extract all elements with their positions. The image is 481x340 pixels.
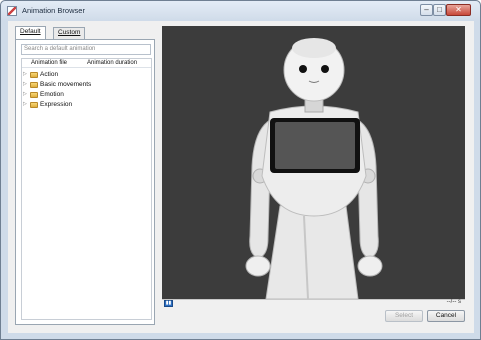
tab-default-label: Default xyxy=(20,28,41,35)
animation-tree[interactable]: Animation file Animation duration ▷ Acti… xyxy=(21,58,152,320)
tree-item-basic-movements[interactable]: ▷ Basic movements xyxy=(22,80,151,90)
app-icon xyxy=(7,6,17,16)
tree-item-label: Emotion xyxy=(40,91,64,98)
column-animation-duration[interactable]: Animation duration xyxy=(87,60,137,66)
tab-custom-label: Custom xyxy=(58,29,81,36)
tree-item-expression[interactable]: ▷ Expression xyxy=(22,100,151,110)
select-button[interactable]: Select xyxy=(385,310,423,322)
tree-item-label: Basic movements xyxy=(40,81,92,88)
column-animation-file[interactable]: Animation file xyxy=(31,60,67,66)
title-bar[interactable]: Animation Browser – □ ✕ xyxy=(1,1,480,21)
tree-header: Animation file Animation duration xyxy=(22,59,151,68)
cancel-button-label: Cancel xyxy=(435,312,457,319)
folder-icon xyxy=(30,72,38,78)
close-button[interactable]: ✕ xyxy=(446,4,471,16)
minimize-button[interactable]: – xyxy=(420,4,433,16)
window-title: Animation Browser xyxy=(22,6,85,15)
chevron-right-icon[interactable]: ▷ xyxy=(23,101,27,107)
robot-model xyxy=(245,38,383,299)
tree-item-action[interactable]: ▷ Action xyxy=(22,70,151,80)
playback-time: --/-- s xyxy=(446,299,461,305)
tab-custom[interactable]: Custom xyxy=(53,27,86,39)
tree-item-label: Action xyxy=(40,71,59,78)
animation-browser-window: Animation Browser – □ ✕ Default Custom S… xyxy=(0,0,481,340)
folder-icon xyxy=(30,82,38,88)
maximize-button[interactable]: □ xyxy=(433,4,446,16)
play-icon[interactable]: ▮▮ xyxy=(164,300,173,307)
select-button-label: Select xyxy=(394,312,414,319)
chevron-right-icon[interactable]: ▷ xyxy=(23,91,27,97)
chevron-right-icon[interactable]: ▷ xyxy=(23,81,27,87)
chevron-right-icon[interactable]: ▷ xyxy=(23,71,27,77)
search-input[interactable]: Search a default animation xyxy=(21,44,151,55)
default-animations-panel: Search a default animation Animation fil… xyxy=(15,39,155,325)
tree-item-label: Expression xyxy=(40,101,73,108)
tab-default[interactable]: Default xyxy=(15,26,46,39)
cancel-button[interactable]: Cancel xyxy=(427,310,465,322)
tree-item-emotion[interactable]: ▷ Emotion xyxy=(22,90,151,100)
folder-icon xyxy=(30,92,38,98)
robot-3d-viewport[interactable] xyxy=(162,26,465,299)
dialog-body: Default Custom Search a default animatio… xyxy=(8,21,474,333)
folder-icon xyxy=(30,102,38,108)
playback-bar: ▮▮ --/-- s xyxy=(162,299,465,307)
